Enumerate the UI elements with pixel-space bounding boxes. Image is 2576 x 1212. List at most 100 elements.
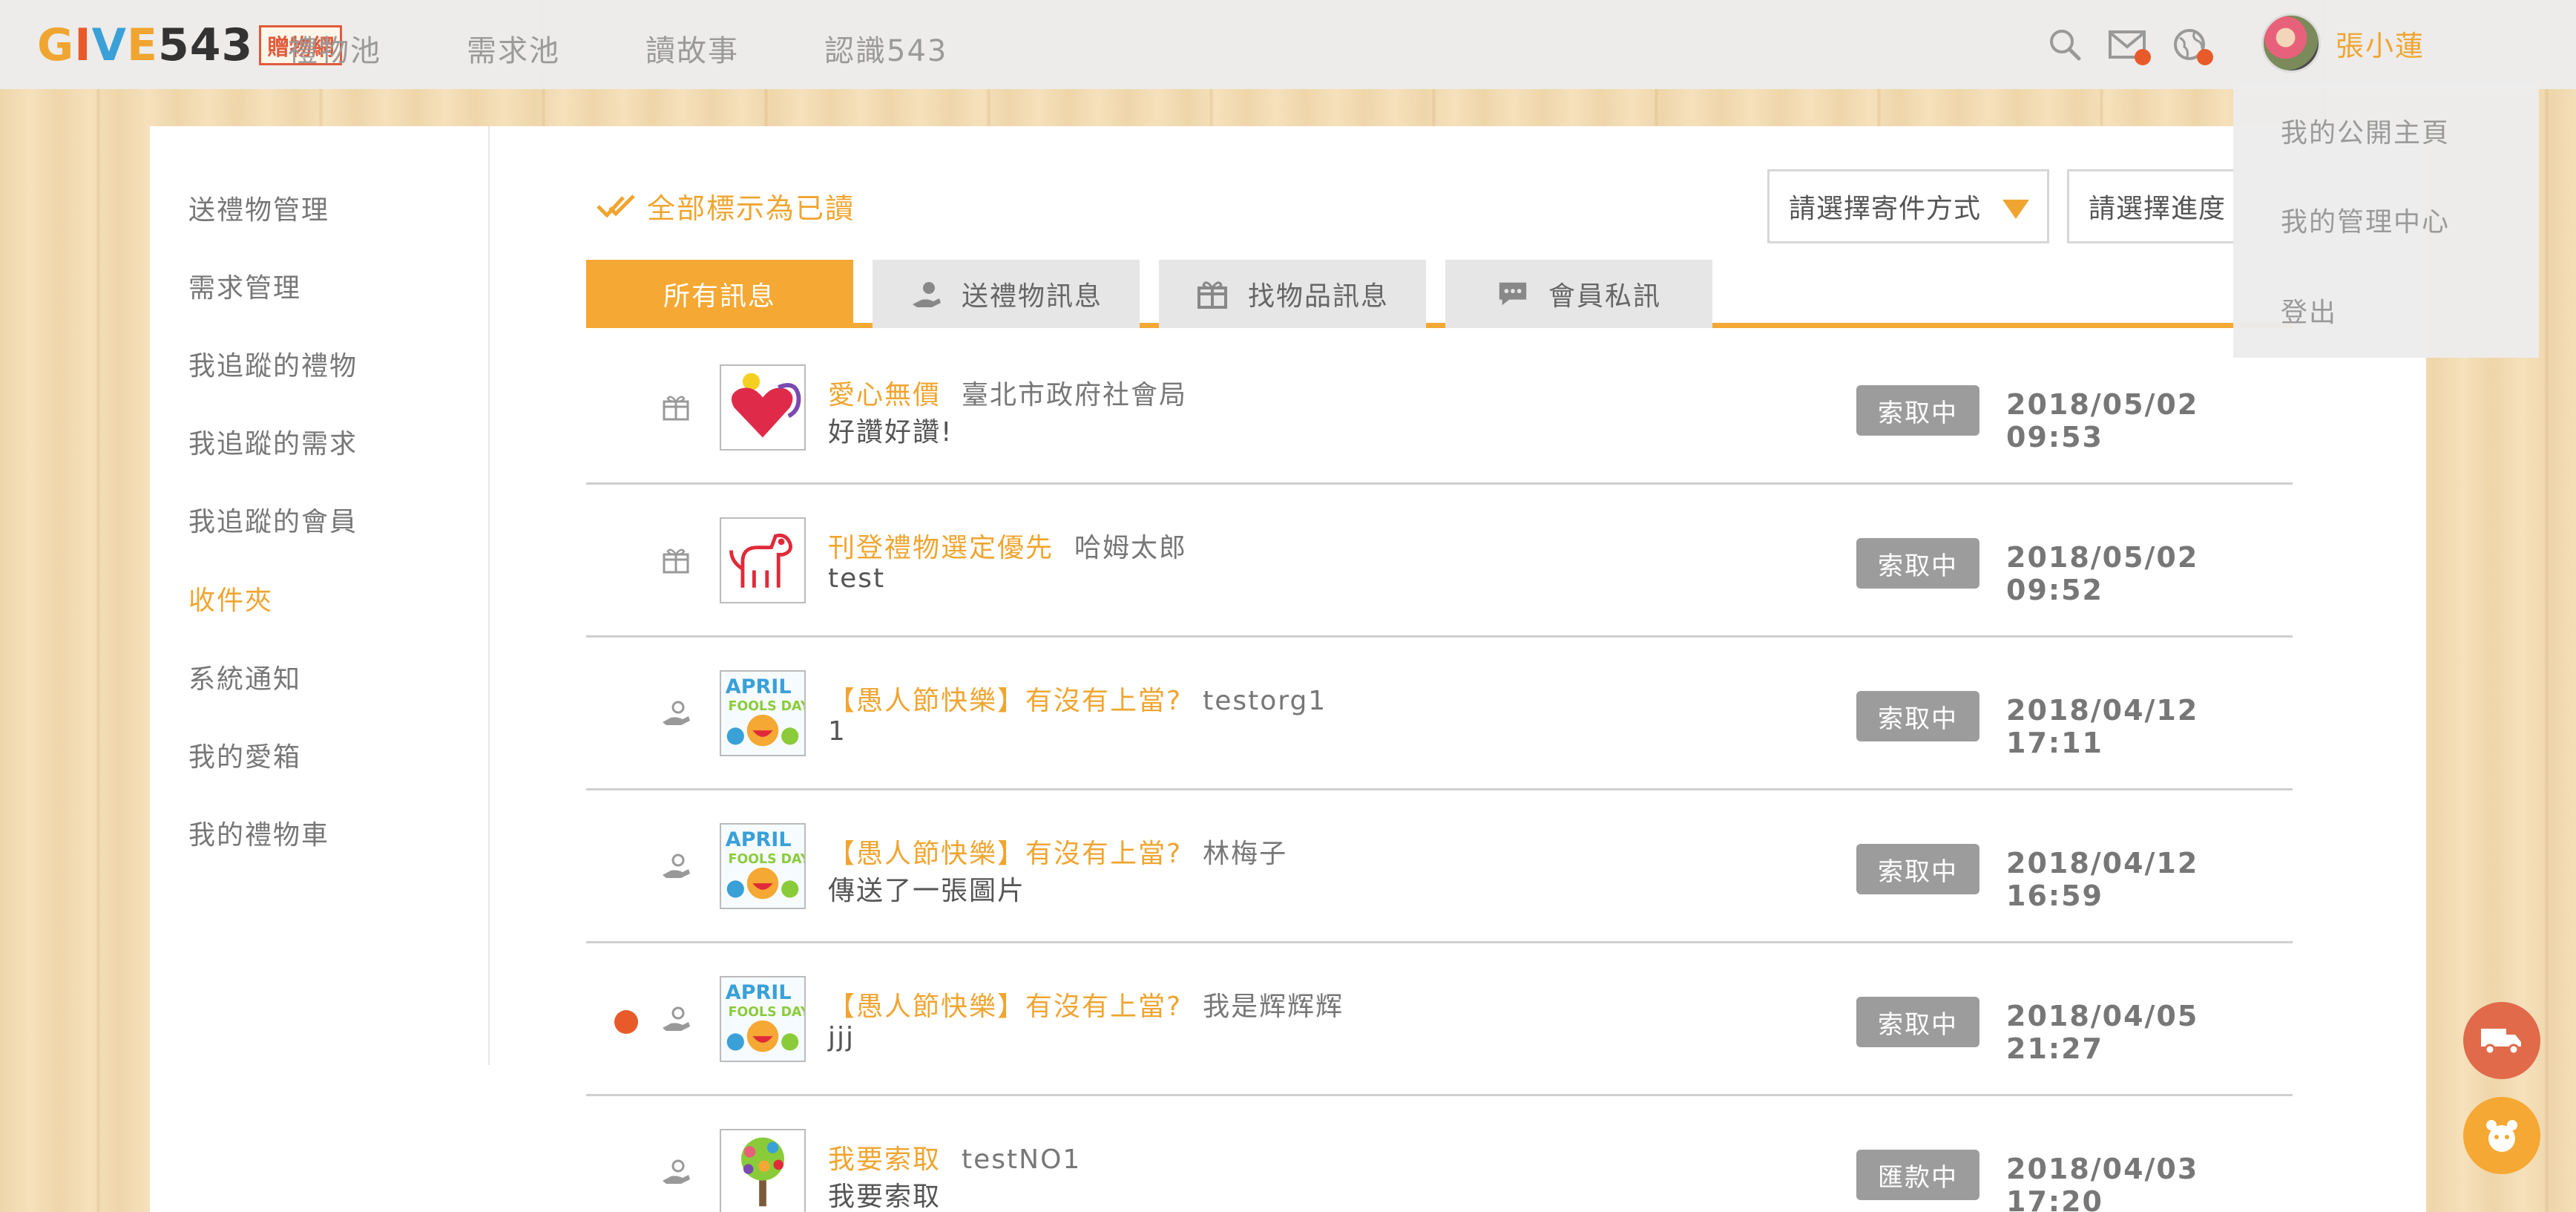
sidebar-item-followed-members[interactable]: 我追蹤的會員 — [188, 500, 358, 539]
message-timestamp: 2018/04/05 21:27 — [2006, 1000, 2199, 1065]
item-thumbnail[interactable] — [720, 517, 806, 603]
status-badge: 索取中 — [1856, 844, 1979, 894]
menu-item-logout[interactable]: 登出 — [2281, 291, 2337, 330]
mascot-icon — [2486, 1120, 2517, 1152]
sidebar: 送禮物管理 需求管理 我追蹤的禮物 我追蹤的需求 我追蹤的會員 收件夾 系統通知… — [150, 126, 490, 1065]
tab-all-messages[interactable]: 所有訊息 — [586, 260, 853, 328]
status-badge: 匯款中 — [1856, 1150, 1979, 1200]
hand-gift-icon — [660, 1156, 691, 1187]
tab-member-messages[interactable]: 會員私訊 — [1445, 260, 1712, 328]
search-icon[interactable] — [2044, 24, 2086, 65]
tab-find-item-messages[interactable]: 找物品訊息 — [1159, 260, 1426, 328]
main-panel: 送禮物管理 需求管理 我追蹤的禮物 我追蹤的需求 我追蹤的會員 收件夾 系統通知… — [150, 126, 2426, 1212]
unread-dot — [614, 1010, 638, 1034]
top-header: GIVE543 贈物網 禮物池 需求池 讀故事 認識543 張小蓮 — [0, 0, 2576, 89]
gift-icon — [660, 544, 691, 575]
item-name: 【愚人節快樂】有沒有上當? — [828, 992, 1183, 1022]
hand-gift-icon — [660, 850, 691, 881]
message-preview: 我要索取 — [828, 1182, 942, 1212]
item-name: 我要索取 — [828, 1144, 942, 1175]
svg-text:APRIL: APRIL — [726, 981, 792, 1004]
gift-icon — [1196, 278, 1229, 310]
item-thumbnail[interactable] — [720, 1129, 806, 1212]
truck-button[interactable] — [2463, 1002, 2540, 1079]
item-thumbnail[interactable]: APRIL FOOLS DAY — [720, 823, 806, 909]
hand-gift-icon — [660, 697, 691, 728]
logo-text: GIVE543 — [37, 19, 254, 71]
item-thumbnail[interactable] — [720, 364, 806, 451]
message-preview: 好讚好讚! — [828, 417, 953, 448]
tab-gift-messages[interactable]: 送禮物訊息 — [873, 260, 1140, 328]
sidebar-item-gift-management[interactable]: 送禮物管理 — [188, 189, 329, 227]
message-title[interactable]: 【愚人節快樂】有沒有上當? testorg1 — [828, 679, 1327, 718]
item-thumbnail[interactable]: APRIL FOOLS DAY — [720, 976, 806, 1062]
sidebar-item-followed-gifts[interactable]: 我追蹤的禮物 — [188, 344, 358, 383]
message-preview: 1 — [828, 716, 847, 747]
message-row[interactable]: 我要索取 testNO1 我要索取 匯款中 2018/04/03 17:20 — [586, 1096, 2293, 1212]
sidebar-item-demand-management[interactable]: 需求管理 — [188, 266, 301, 305]
sender-name: testorg1 — [1203, 686, 1327, 716]
menu-item-admin-center[interactable]: 我的管理中心 — [2281, 200, 2450, 239]
progress-label: 請選擇進度 — [2089, 194, 2227, 224]
mascot-button[interactable] — [2463, 1097, 2540, 1174]
mail-icon[interactable] — [2106, 24, 2151, 65]
hand-gift-icon — [660, 1003, 691, 1034]
mark-all-read-button[interactable]: 全部標示為已讀 — [595, 186, 855, 226]
globe-notification-dot — [2197, 49, 2213, 65]
sidebar-item-inbox[interactable]: 收件夾 — [188, 579, 273, 618]
sidebar-item-love-box[interactable]: 我的愛箱 — [188, 736, 301, 774]
message-title[interactable]: 【愚人節快樂】有沒有上當? 林梅子 — [828, 832, 1287, 871]
status-badge: 索取中 — [1856, 538, 1979, 589]
nav-demand-pool[interactable]: 需求池 — [467, 27, 560, 70]
sender-name: 臺北市政府社會局 — [962, 380, 1188, 410]
message-preview: 傳送了一張圖片 — [828, 876, 1026, 906]
message-timestamp: 2018/04/12 17:11 — [2006, 694, 2199, 759]
shipping-method-label: 請選擇寄件方式 — [1789, 194, 1982, 224]
message-row[interactable]: APRIL FOOLS DAY 【愚人節快樂】有沒有上當? testorg1 1 索取中 2… — [586, 638, 2293, 790]
sidebar-item-followed-demands[interactable]: 我追蹤的需求 — [188, 422, 358, 461]
double-check-icon — [597, 194, 635, 218]
svg-text:APRIL: APRIL — [726, 828, 792, 851]
message-row[interactable]: 愛心無價 臺北市政府社會局 好讚好讚! 索取中 2018/05/02 09:53 — [586, 332, 2293, 485]
shipping-method-select[interactable]: 請選擇寄件方式 — [1767, 169, 2049, 243]
user-name: 張小蓮 — [2336, 29, 2425, 62]
message-title[interactable]: 【愚人節快樂】有沒有上當? 我是辉辉辉 — [828, 985, 1344, 1023]
status-badge: 索取中 — [1856, 691, 1979, 741]
nav-gift-pool[interactable]: 禮物池 — [288, 27, 381, 70]
chevron-down-icon — [2002, 200, 2029, 219]
main-nav: 禮物池 需求池 讀故事 認識543 — [288, 27, 1033, 70]
sidebar-item-gift-cart[interactable]: 我的禮物車 — [188, 813, 329, 852]
item-thumbnail[interactable]: APRIL FOOLS DAY — [720, 670, 806, 756]
tab-label: 找物品訊息 — [1247, 281, 1389, 312]
mark-all-read-label: 全部標示為已讀 — [647, 192, 855, 225]
tab-label: 所有訊息 — [663, 281, 776, 312]
hand-gift-icon — [910, 278, 942, 310]
sidebar-item-system-notice[interactable]: 系統通知 — [188, 658, 301, 696]
svg-text:FOOLS DAY: FOOLS DAY — [729, 852, 804, 867]
message-preview: jjj — [828, 1022, 855, 1052]
message-timestamp: 2018/04/12 16:59 — [2006, 847, 2199, 912]
avatar — [2261, 13, 2321, 73]
truck-icon — [2481, 1029, 2521, 1055]
svg-text:APRIL: APRIL — [726, 675, 792, 698]
globe-icon[interactable] — [2169, 24, 2213, 65]
sender-name: 林梅子 — [1203, 839, 1288, 869]
message-row[interactable]: APRIL FOOLS DAY 【愚人節快樂】有沒有上當? 我是辉辉辉 jjj 索取中 20… — [586, 943, 2293, 1096]
menu-item-public-profile[interactable]: 我的公開主頁 — [2281, 111, 2450, 150]
mail-notification-dot — [2135, 49, 2151, 65]
message-title[interactable]: 愛心無價 臺北市政府社會局 — [828, 373, 1187, 412]
user-menu-toggle[interactable]: 張小蓮 — [2261, 13, 2425, 73]
message-row[interactable]: APRIL FOOLS DAY 【愚人節快樂】有沒有上當? 林梅子傳送了一張圖片 索取中… — [586, 790, 2293, 943]
message-preview: test — [828, 563, 886, 594]
message-row[interactable]: 刊登禮物選定優先 哈姆太郎 test 索取中 2018/05/02 09:52 — [586, 485, 2293, 638]
status-badge: 索取中 — [1856, 997, 1979, 1047]
item-name: 刊登禮物選定優先 — [828, 533, 1054, 563]
message-title[interactable]: 我要索取 testNO1 — [828, 1138, 1081, 1176]
nav-stories[interactable]: 讀故事 — [645, 27, 739, 70]
tab-label: 會員私訊 — [1548, 281, 1661, 312]
message-title[interactable]: 刊登禮物選定優先 哈姆太郎 — [828, 526, 1187, 565]
status-badge: 索取中 — [1856, 385, 1979, 436]
nav-about[interactable]: 認識543 — [824, 27, 947, 70]
svg-text:FOOLS DAY: FOOLS DAY — [729, 699, 804, 714]
message-timestamp: 2018/04/03 17:20 — [2006, 1153, 2199, 1212]
